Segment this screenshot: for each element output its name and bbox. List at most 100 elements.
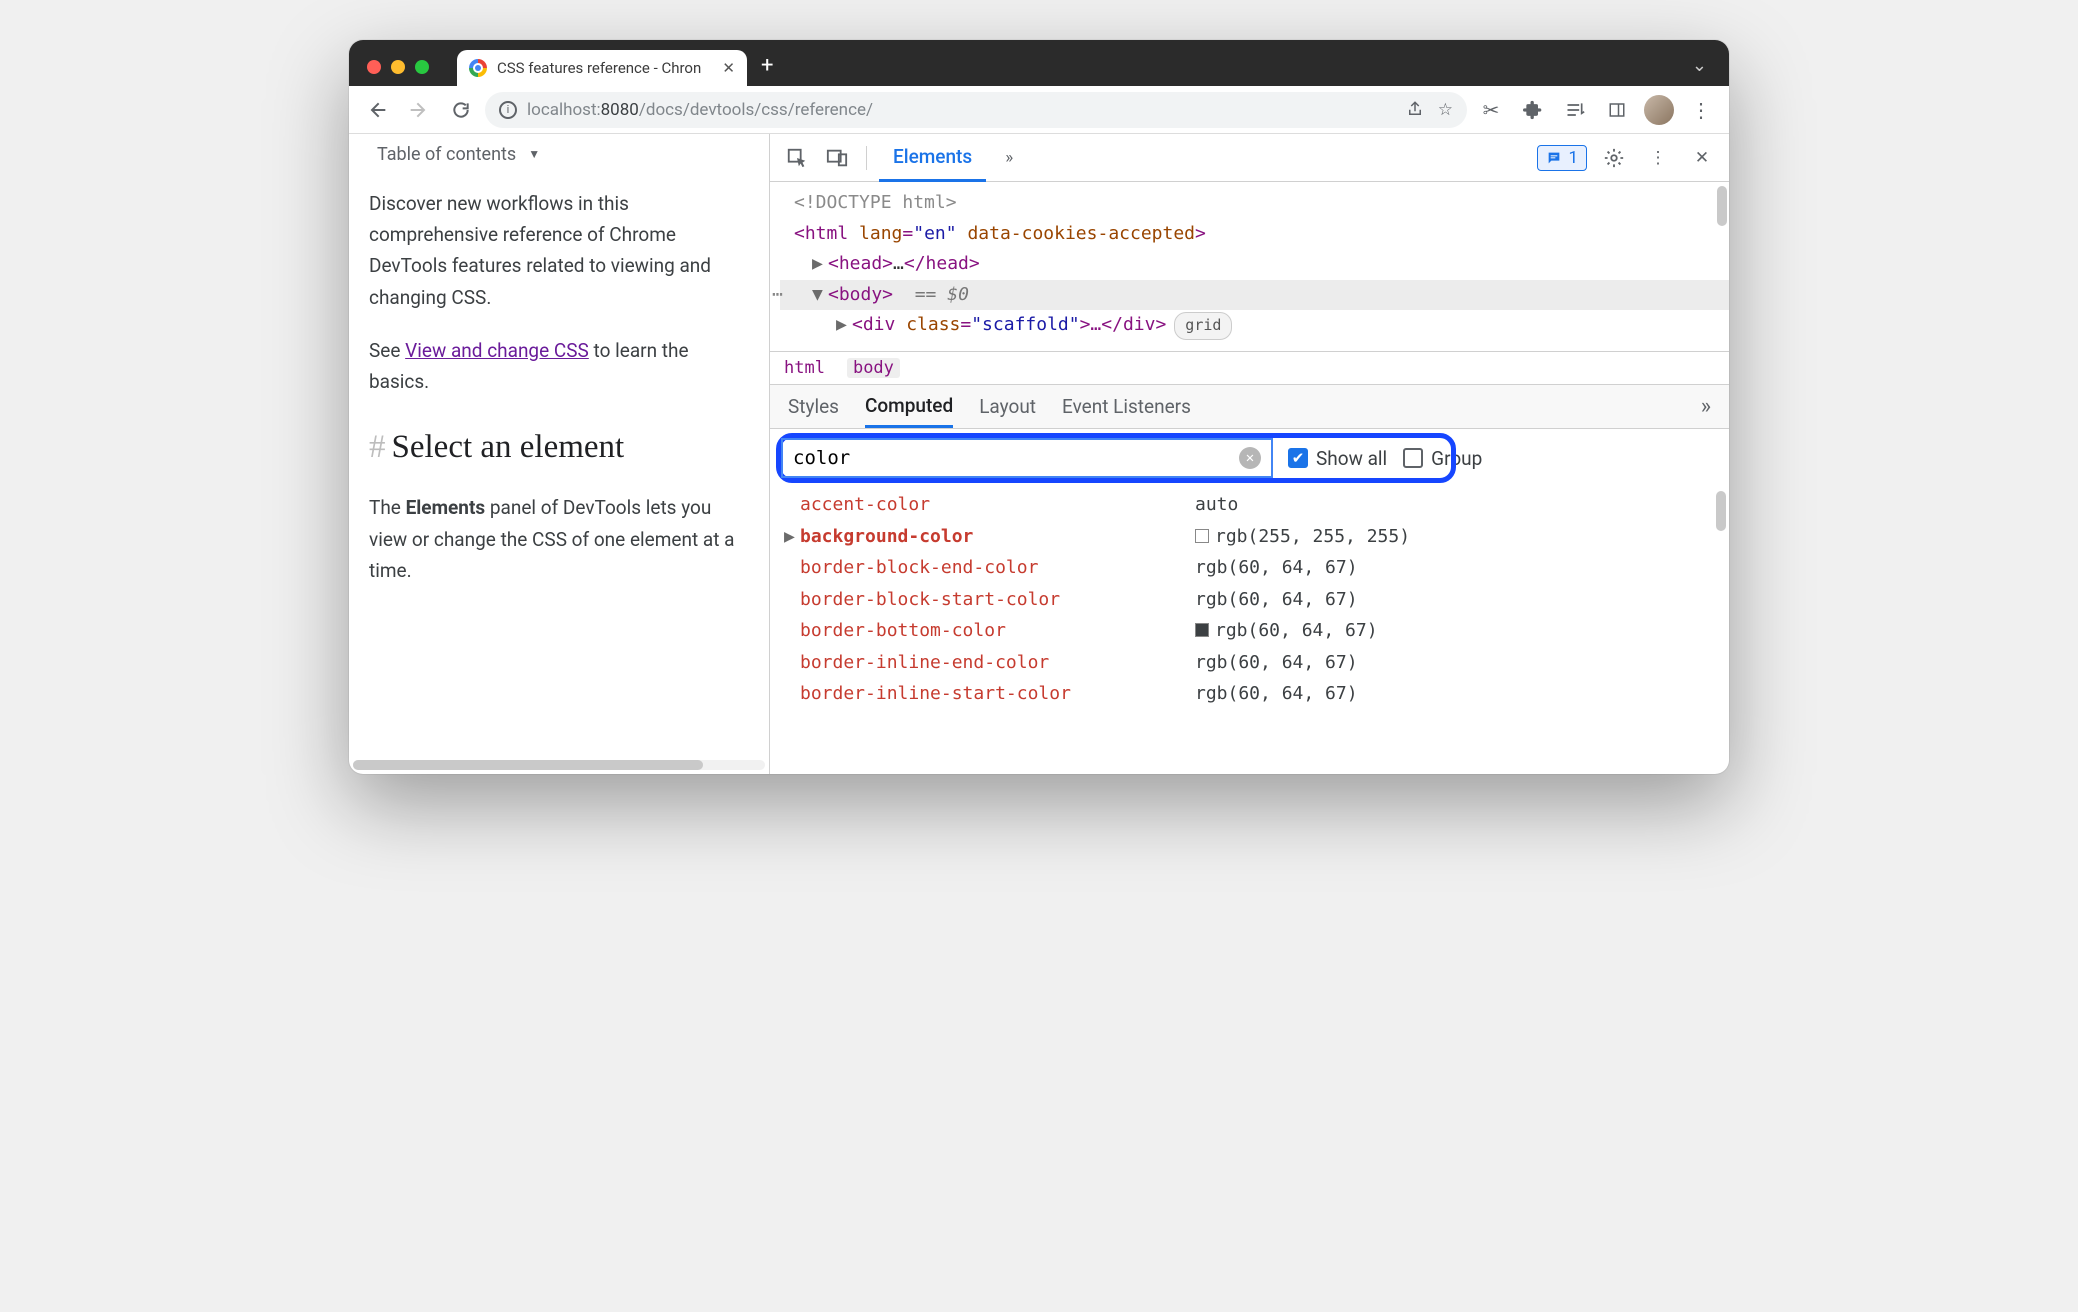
expand-triangle-icon[interactable]: ▶: [784, 521, 800, 553]
settings-icon[interactable]: [1597, 141, 1631, 175]
browser-menu-icon[interactable]: ⋮: [1683, 92, 1719, 128]
inspect-element-icon[interactable]: [780, 141, 814, 175]
dom-head[interactable]: ▶<head>…</head>: [780, 249, 1729, 280]
issues-badge[interactable]: 1: [1537, 145, 1587, 171]
event-listeners-subtab[interactable]: Event Listeners: [1062, 385, 1191, 428]
site-info-icon[interactable]: i: [499, 101, 517, 119]
color-swatch-icon[interactable]: [1195, 623, 1209, 637]
back-button[interactable]: [359, 92, 395, 128]
close-tab-icon[interactable]: ✕: [722, 59, 735, 77]
checkbox-checked-icon: ✔: [1288, 448, 1308, 468]
property-value: rgb(60, 64, 67): [1195, 552, 1358, 584]
property-name: accent-color: [800, 489, 1195, 521]
property-value: rgb(60, 64, 67): [1195, 584, 1358, 616]
vertical-scrollbar[interactable]: [1717, 186, 1727, 226]
close-devtools-icon[interactable]: ✕: [1685, 141, 1719, 175]
devtools-menu-icon[interactable]: ⋮: [1641, 141, 1675, 175]
property-name: border-inline-start-color: [800, 678, 1195, 710]
content-area: Table of contents▼ Discover new workflow…: [349, 134, 1729, 774]
chat-icon: [1546, 150, 1562, 166]
show-all-checkbox[interactable]: ✔ Show all: [1288, 447, 1387, 470]
color-swatch-icon[interactable]: [1195, 529, 1209, 543]
property-name: border-bottom-color: [800, 615, 1195, 647]
maximize-window-icon[interactable]: [415, 60, 429, 74]
dom-doctype[interactable]: <!DOCTYPE html>: [780, 188, 1729, 219]
clear-filter-icon[interactable]: ✕: [1239, 447, 1261, 469]
scissors-icon[interactable]: ✂: [1473, 92, 1509, 128]
computed-row[interactable]: border-block-end-colorrgb(60, 64, 67): [784, 552, 1729, 584]
styles-subtab[interactable]: Styles: [788, 385, 839, 428]
minimize-window-icon[interactable]: [391, 60, 405, 74]
devtools-panel: Elements » 1 ⋮ ✕ <!DOCTYPE html: [769, 134, 1729, 774]
collapse-triangle-icon[interactable]: ▼: [812, 280, 828, 311]
more-tabs-icon[interactable]: »: [992, 141, 1026, 175]
side-panel-icon[interactable]: [1599, 92, 1635, 128]
device-toolbar-icon[interactable]: [820, 141, 854, 175]
profile-avatar[interactable]: [1641, 92, 1677, 128]
section-heading: #Select an element: [369, 420, 749, 474]
elements-tab[interactable]: Elements: [879, 134, 986, 182]
property-value: rgb(255, 255, 255): [1195, 521, 1410, 553]
dom-tree: <!DOCTYPE html> <html lang="en" data-coo…: [770, 182, 1729, 352]
new-tab-button[interactable]: +: [747, 53, 787, 86]
property-value: rgb(60, 64, 67): [1195, 615, 1378, 647]
forward-button[interactable]: [401, 92, 437, 128]
table-of-contents-toggle[interactable]: Table of contents▼: [377, 140, 749, 170]
bookmark-icon[interactable]: ☆: [1438, 100, 1453, 120]
dom-breadcrumb: html body: [770, 352, 1729, 385]
breadcrumb-html[interactable]: html: [784, 358, 825, 378]
browser-toolbar: i localhost:8080/docs/devtools/css/refer…: [349, 86, 1729, 134]
expand-triangle-icon[interactable]: ▶: [812, 249, 828, 280]
dom-body-selected[interactable]: ⋯ ▼<body> == $0: [780, 280, 1729, 311]
ellipsis-icon[interactable]: ⋯: [772, 280, 783, 311]
horizontal-scrollbar[interactable]: [353, 760, 765, 770]
address-bar[interactable]: i localhost:8080/docs/devtools/css/refer…: [485, 92, 1467, 128]
url-text: localhost:8080/docs/devtools/css/referen…: [527, 100, 873, 120]
elements-paragraph: The Elements panel of DevTools lets you …: [369, 492, 749, 586]
computed-row[interactable]: ▶background-colorrgb(255, 255, 255): [784, 521, 1729, 553]
property-value: rgb(60, 64, 67): [1195, 678, 1358, 710]
extensions-icon[interactable]: [1515, 92, 1551, 128]
styles-subtabs: Styles Computed Layout Event Listeners »: [770, 385, 1729, 429]
webpage: Table of contents▼ Discover new workflow…: [349, 134, 769, 774]
computed-subtab[interactable]: Computed: [865, 385, 953, 428]
share-icon[interactable]: [1406, 100, 1424, 120]
breadcrumb-body[interactable]: body: [847, 358, 900, 378]
more-subtabs-icon[interactable]: »: [1701, 385, 1711, 428]
close-window-icon[interactable]: [367, 60, 381, 74]
intro-paragraph: Discover new workflows in this comprehen…: [369, 188, 749, 313]
dom-div[interactable]: ▶<div class="scaffold">…</div>grid: [780, 310, 1729, 341]
computed-properties-list: accent-colorauto▶background-colorrgb(255…: [770, 487, 1729, 774]
computed-row[interactable]: border-block-start-colorrgb(60, 64, 67): [784, 584, 1729, 616]
property-value: auto: [1195, 489, 1238, 521]
property-name: border-block-start-color: [800, 584, 1195, 616]
property-name: border-inline-end-color: [800, 647, 1195, 679]
group-checkbox[interactable]: Group: [1403, 447, 1482, 470]
dom-html[interactable]: <html lang="en" data-cookies-accepted>: [780, 219, 1729, 250]
tab-title: CSS features reference - Chron: [497, 59, 701, 77]
browser-tab[interactable]: CSS features reference - Chron ✕: [457, 50, 747, 86]
grid-badge[interactable]: grid: [1174, 312, 1232, 340]
arrow-left-icon: [367, 100, 387, 120]
chrome-favicon-icon: [469, 59, 487, 77]
reading-list-icon[interactable]: [1557, 92, 1593, 128]
reload-button[interactable]: [443, 92, 479, 128]
view-change-css-link[interactable]: View and change CSS: [405, 339, 589, 362]
computed-row[interactable]: border-inline-start-colorrgb(60, 64, 67): [784, 678, 1729, 710]
reload-icon: [451, 100, 471, 120]
computed-row[interactable]: border-inline-end-colorrgb(60, 64, 67): [784, 647, 1729, 679]
expand-triangle-icon[interactable]: ▶: [836, 310, 852, 341]
computed-row[interactable]: accent-colorauto: [784, 489, 1729, 521]
tabs-overflow-icon[interactable]: ⌄: [1692, 55, 1721, 86]
arrow-right-icon: [409, 100, 429, 120]
devtools-toolbar: Elements » 1 ⋮ ✕: [770, 134, 1729, 182]
filter-input[interactable]: [793, 447, 1239, 469]
layout-subtab[interactable]: Layout: [979, 385, 1036, 428]
see-paragraph: See View and change CSS to learn the bas…: [369, 335, 749, 398]
vertical-scrollbar[interactable]: [1716, 491, 1726, 531]
window-controls: [357, 60, 439, 86]
tab-strip: CSS features reference - Chron ✕ + ⌄: [349, 40, 1729, 86]
chevron-down-icon: ▼: [528, 145, 540, 165]
computed-row[interactable]: border-bottom-colorrgb(60, 64, 67): [784, 615, 1729, 647]
property-name: border-block-end-color: [800, 552, 1195, 584]
